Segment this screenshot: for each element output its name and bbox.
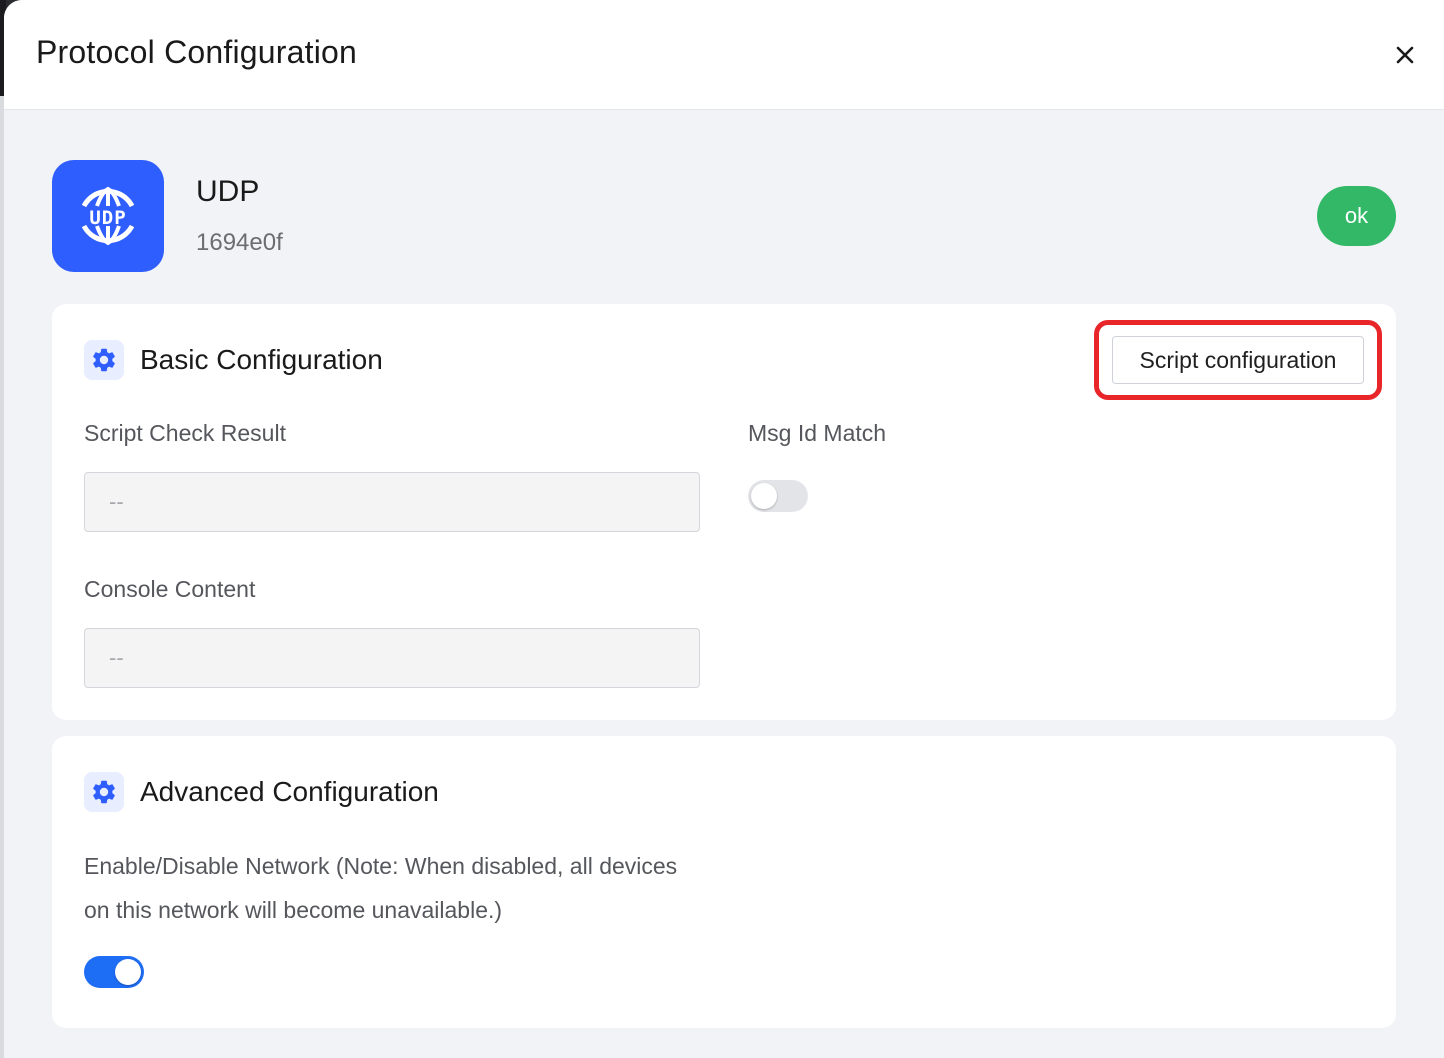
gear-icon [93,348,115,372]
protocol-icon: UDP [52,160,164,272]
basic-section-icon [84,340,124,380]
advanced-section-title: Advanced Configuration [140,776,439,807]
udp-globe-icon: UDP [81,186,135,246]
console-content-label: Console Content [84,576,256,602]
msg-id-match-toggle[interactable] [748,480,808,512]
script-check-result-label: Script Check Result [84,420,286,446]
drawer-header: Protocol Configuration [4,0,1444,110]
protocol-id: 1694e0f [196,229,283,256]
toggle-knob [115,959,141,985]
msg-id-match-label: Msg Id Match [748,420,887,446]
close-button[interactable] [1388,38,1422,72]
protocol-configuration-drawer: Protocol Configuration UDP UDP 1694e0f o… [4,0,1444,1058]
basic-section-title: Basic Configuration [140,344,383,375]
protocol-name: UDP [196,175,260,208]
advanced-configuration-card: Advanced Configuration Enable/Disable Ne… [52,736,1396,1028]
script-configuration-button[interactable]: Script configuration [1112,336,1364,384]
script-check-result-field[interactable]: -- [84,472,700,532]
close-icon [1396,46,1414,64]
basic-configuration-card: Basic Configuration Script configuration… [52,304,1396,720]
network-enable-toggle[interactable] [84,956,144,988]
console-content-value: -- [109,645,124,670]
script-check-result-value: -- [109,489,124,514]
console-content-field[interactable]: -- [84,628,700,688]
network-toggle-label: Enable/Disable Network (Note: When disab… [84,853,678,923]
toggle-knob [751,483,777,509]
svg-text:UDP: UDP [89,207,126,229]
drawer-title: Protocol Configuration [36,34,358,70]
ok-button[interactable]: ok [1317,186,1396,246]
advanced-section-icon [84,772,124,812]
gear-icon [93,780,115,804]
